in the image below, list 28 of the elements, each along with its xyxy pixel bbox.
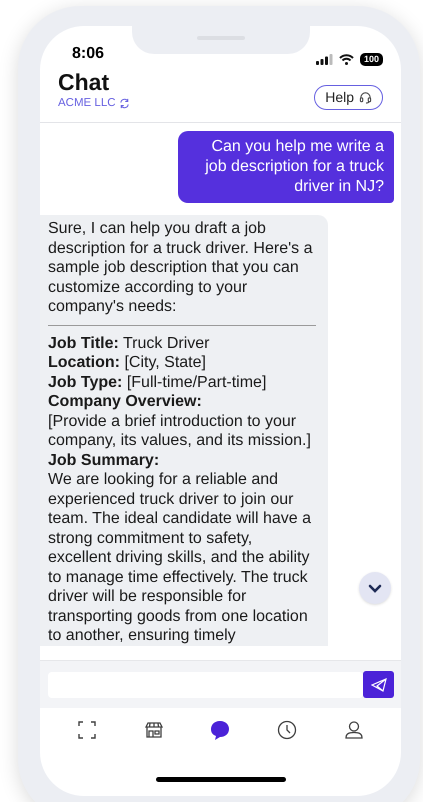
clock-icon	[277, 720, 298, 740]
send-icon	[370, 678, 386, 692]
chat-bubble-icon	[209, 719, 232, 741]
refresh-icon[interactable]	[118, 98, 130, 109]
message-line: Location: [City, State]	[48, 353, 207, 372]
section-heading: Company Overview:	[48, 392, 203, 412]
chevron-down-icon	[368, 584, 382, 592]
message-line: Job Title: Truck Driver	[48, 334, 210, 353]
help-button[interactable]: Help	[314, 85, 383, 110]
section-heading: Job Summary:	[48, 450, 160, 470]
message-line: We are looking for a reliable and experienced truck driver to join our team. The ideal candidate will have a strong commitment to safety, excellent driving skills, and the ability to manage time effectively. The truck driver will be responsible for transporting goods from one location to another, ensuring timely	[48, 470, 312, 646]
battery-indicator: 100	[360, 53, 383, 66]
message-paragraph: Sure, I can help you draft a job description for a truck driver. Here's a sample job description that you can customize according to your company's needs:	[48, 219, 314, 316]
user-message: Can you help me write a job description for a truck driver in NJ?	[178, 131, 394, 203]
message-line: Job Type: [Full-time/Part-time]	[48, 372, 268, 392]
send-button[interactable]	[363, 671, 394, 698]
store-icon	[144, 720, 164, 740]
headset-icon	[359, 91, 372, 104]
message-line: [Provide a brief introduction to your company, its values, and its mission.]	[48, 412, 312, 450]
status-time: 8:06	[72, 44, 104, 64]
user-icon	[344, 720, 364, 740]
message-input[interactable]	[48, 672, 363, 698]
screen-title: Chat	[58, 68, 110, 95]
scan-icon	[77, 720, 98, 740]
company-name: ACME LLC	[58, 96, 116, 111]
wifi-icon	[338, 54, 354, 65]
signal-icon	[316, 54, 333, 65]
scroll-down-button[interactable]	[359, 572, 391, 604]
